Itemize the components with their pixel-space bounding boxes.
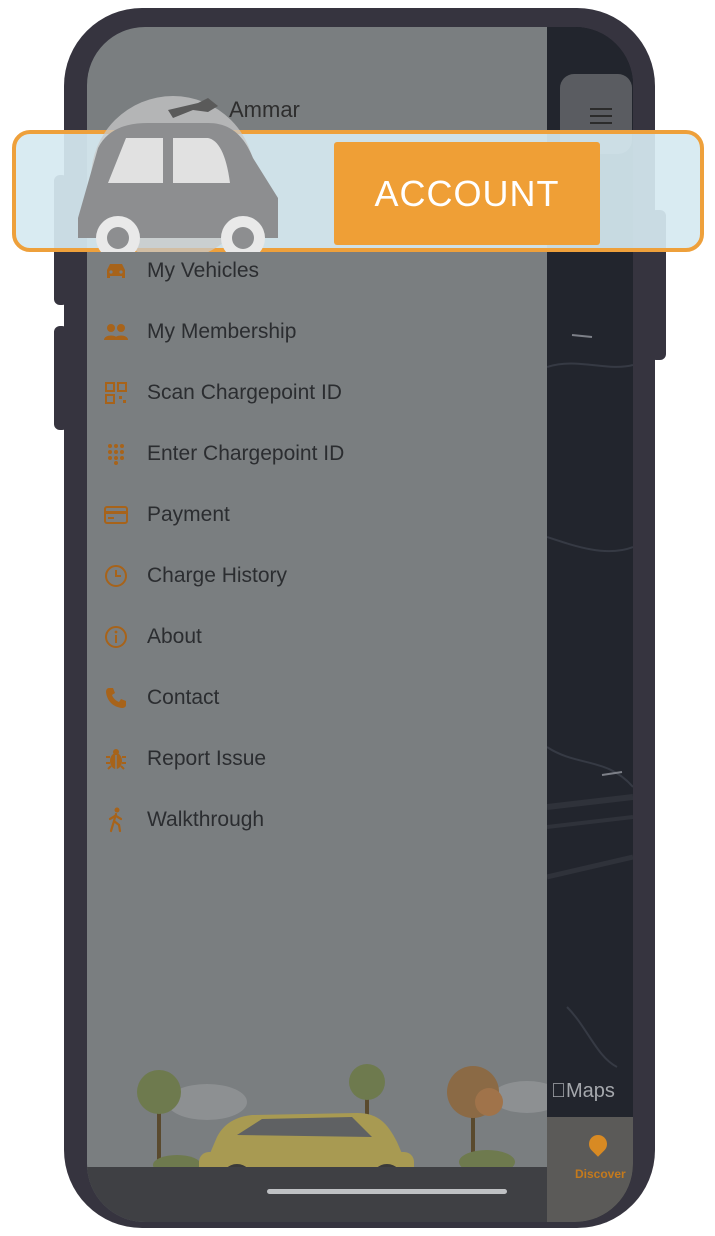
menu-item-label: About bbox=[147, 625, 202, 648]
walking-person-icon bbox=[103, 807, 129, 833]
menu-item-label: My Vehicles bbox=[147, 259, 260, 282]
menu-item-label: Walkthrough bbox=[147, 808, 265, 831]
menu-item-label: My Membership bbox=[147, 320, 297, 343]
phone-icon bbox=[103, 685, 129, 711]
menu-item-payment[interactable]: Payment bbox=[103, 495, 230, 535]
menu-item-label: Enter Chargepoint ID bbox=[147, 442, 345, 465]
volume-down-button bbox=[54, 326, 68, 430]
maps-attribution-text: Maps bbox=[551, 1080, 615, 1102]
car-icon bbox=[103, 258, 129, 284]
info-icon bbox=[103, 624, 129, 650]
menu-item-label: Scan Chargepoint ID bbox=[147, 381, 342, 404]
keypad-icon bbox=[103, 441, 129, 467]
menu-item-walkthrough[interactable]: Walkthrough bbox=[103, 800, 264, 840]
menu-item-about[interactable]: About bbox=[103, 617, 202, 657]
tab-discover-label: Discover bbox=[575, 1167, 626, 1181]
menu-item-my-membership[interactable]: My Membership bbox=[103, 312, 296, 352]
bug-icon bbox=[103, 746, 129, 772]
credit-card-icon bbox=[103, 502, 129, 528]
users-icon bbox=[103, 319, 129, 345]
home-indicator bbox=[267, 1189, 507, 1194]
menu-item-report-issue[interactable]: Report Issue bbox=[103, 739, 266, 779]
account-button[interactable]: ACCOUNT bbox=[334, 142, 600, 245]
avatar bbox=[78, 96, 278, 252]
menu-item-label: Report Issue bbox=[147, 747, 267, 770]
tab-discover[interactable]: Discover bbox=[547, 1117, 633, 1222]
clock-icon bbox=[103, 563, 129, 589]
menu-item-label: Charge History bbox=[147, 564, 288, 587]
menu-item-my-vehicles[interactable]: My Vehicles bbox=[103, 251, 259, 291]
hamburger-icon bbox=[590, 108, 612, 110]
qr-code-icon bbox=[103, 380, 129, 406]
menu-item-label: Contact bbox=[147, 686, 220, 709]
menu-item-label: Payment bbox=[147, 503, 230, 526]
apple-logo-icon:  bbox=[551, 1080, 566, 1102]
maps-attribution: Maps bbox=[551, 1080, 615, 1103]
road-strip bbox=[87, 1167, 547, 1222]
menu-item-enter-chargepoint[interactable]: Enter Chargepoint ID bbox=[103, 434, 344, 474]
menu-item-charge-history[interactable]: Charge History bbox=[103, 556, 287, 596]
location-pin-icon bbox=[585, 1131, 611, 1157]
menu-item-scan-chargepoint[interactable]: Scan Chargepoint ID bbox=[103, 373, 342, 413]
menu-item-contact[interactable]: Contact bbox=[103, 678, 219, 718]
